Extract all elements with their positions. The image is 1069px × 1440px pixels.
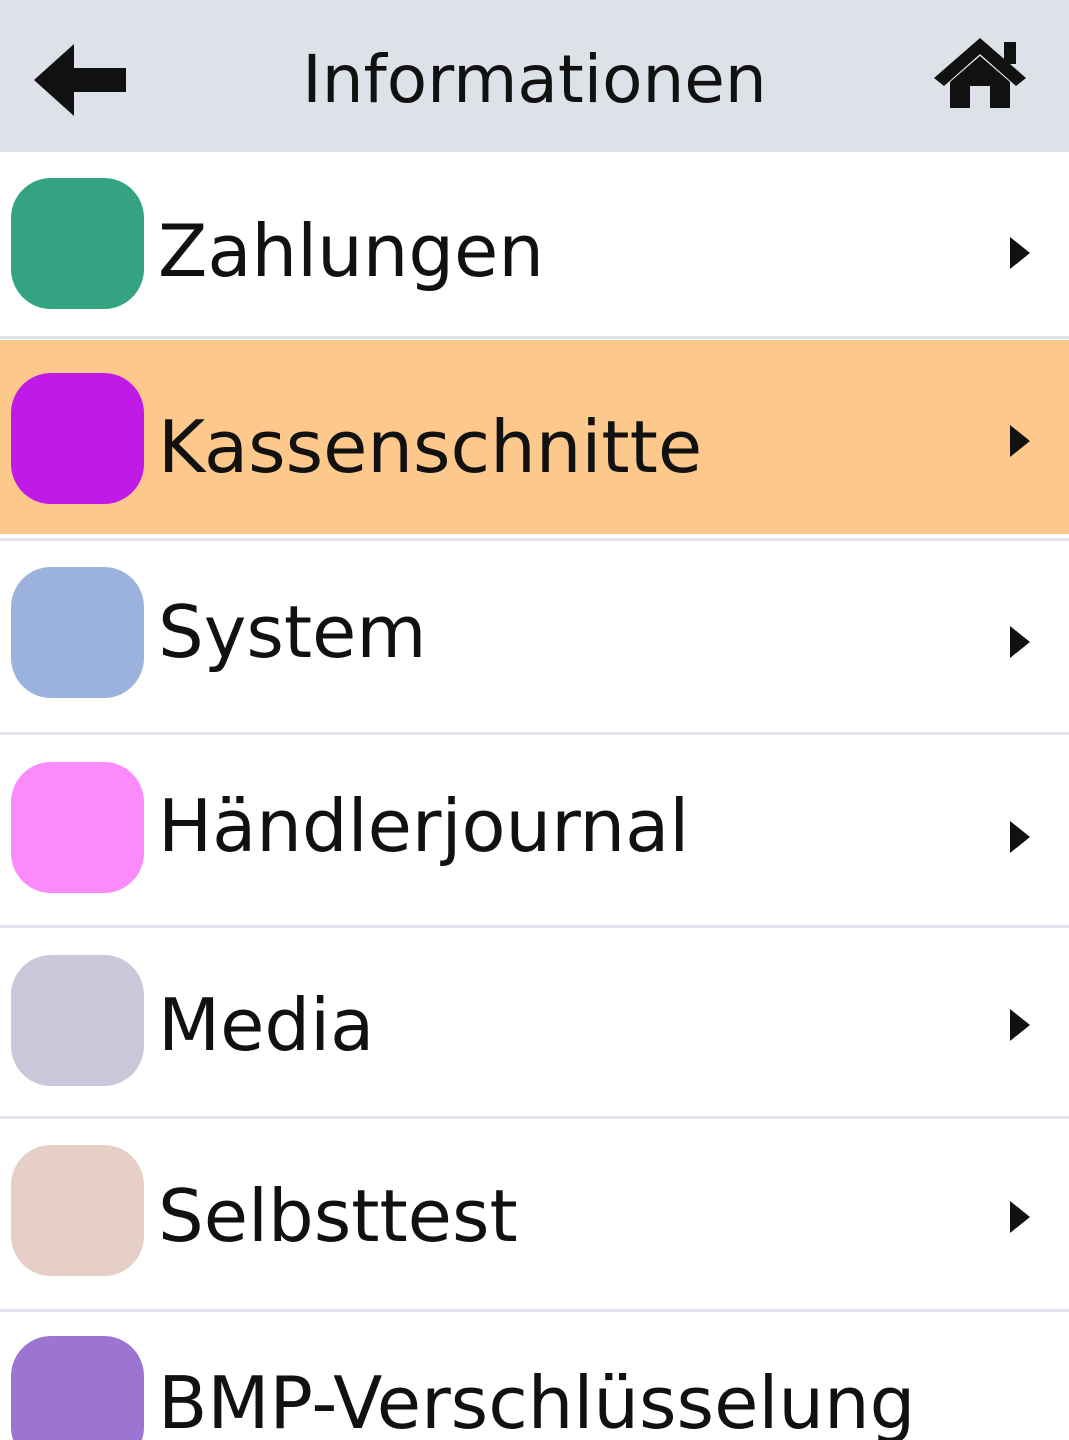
menu-item-haendlerjournal[interactable]: Händlerjournal (0, 735, 1069, 925)
menu-item-selbsttest[interactable]: Selbsttest (0, 1119, 1069, 1309)
row-divider (0, 336, 1069, 339)
menu-item-label: System (158, 590, 427, 674)
home-icon (934, 38, 1026, 108)
menu-item-label: Selbsttest (158, 1174, 518, 1258)
color-swatch (11, 567, 144, 698)
color-swatch (11, 1145, 144, 1276)
chevron-right-icon (1010, 237, 1030, 269)
home-button[interactable] (930, 30, 1030, 114)
color-swatch (11, 1336, 144, 1440)
chevron-right-icon (1010, 1009, 1030, 1041)
menu-item-system[interactable]: System (0, 541, 1069, 732)
menu-item-label: BMP-Verschlüsselung (158, 1361, 916, 1440)
chevron-right-icon (1010, 425, 1030, 457)
menu-item-media[interactable]: Media (0, 928, 1069, 1116)
menu-item-zahlungen[interactable]: Zahlungen (0, 152, 1069, 336)
menu-item-label: Kassenschnitte (158, 405, 703, 489)
menu-item-kassenschnitte[interactable]: Kassenschnitte (0, 340, 1069, 534)
page-title: Informationen (302, 41, 767, 118)
header-bar: Informationen (0, 0, 1069, 152)
menu-item-label: Zahlungen (158, 209, 544, 293)
color-swatch (11, 178, 144, 309)
chevron-right-icon (1010, 626, 1030, 658)
color-swatch (11, 762, 144, 893)
menu-item-bmp-verschluesselung[interactable]: BMP-Verschlüsselung (0, 1312, 1069, 1440)
menu-item-label: Händlerjournal (158, 784, 690, 868)
color-swatch (11, 955, 144, 1086)
menu-item-label: Media (158, 983, 375, 1067)
chevron-right-icon (1010, 1201, 1030, 1233)
chevron-right-icon (1010, 821, 1030, 853)
color-swatch (11, 373, 144, 504)
informationen-screen: Informationen Zahlungen Kassenschnitte Sys… (0, 0, 1069, 1440)
